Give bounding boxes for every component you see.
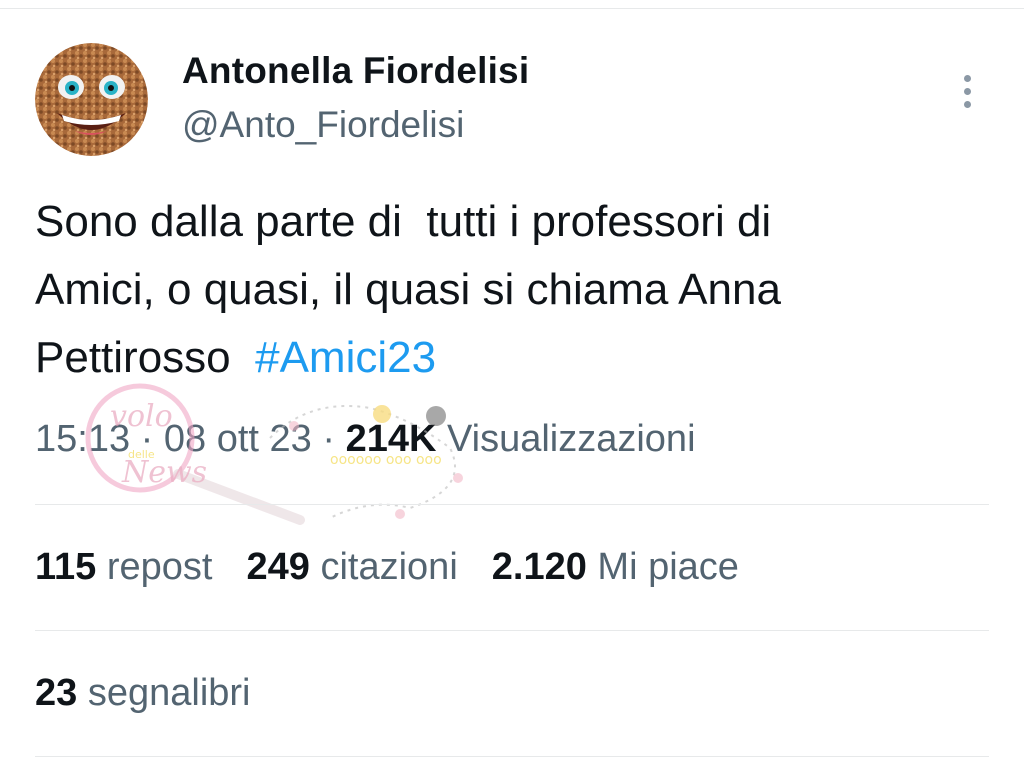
bookmarks-stat[interactable]: 23 segnalibri	[35, 672, 251, 715]
reposts-label: repost	[106, 546, 213, 588]
author-name[interactable]: Antonella Fiordelisi	[182, 50, 529, 92]
top-divider	[0, 8, 1024, 9]
tweet-time[interactable]: 15:13	[35, 418, 130, 460]
author-handle[interactable]: @Anto_Fiordelisi	[182, 104, 464, 146]
bookmarks-count: 23	[35, 672, 78, 714]
hashtag-link[interactable]: #Amici23	[255, 333, 436, 382]
reposts-stat[interactable]: 115 repost	[35, 546, 213, 589]
meta-separator: ·	[130, 418, 164, 460]
meta-separator: ·	[311, 418, 346, 460]
tweet-text: Sono dalla parte di tutti i professori d…	[35, 188, 995, 392]
tweet-stats: 115 repost 249 citazioni 2.120 Mi piace	[35, 546, 773, 589]
quotes-stat[interactable]: 249 citazioni	[247, 546, 458, 589]
divider	[35, 630, 989, 631]
tweet-date[interactable]: 08 ott 23	[164, 418, 312, 460]
views-count: 214K	[345, 418, 437, 460]
quotes-count: 249	[246, 546, 310, 588]
avatar[interactable]	[35, 43, 148, 156]
likes-label: Mi piace	[597, 546, 739, 588]
divider	[35, 504, 989, 505]
more-vertical-icon-dot	[963, 100, 971, 108]
more-options-button[interactable]	[950, 68, 984, 114]
more-vertical-icon-dot	[963, 87, 971, 95]
reposts-count: 115	[35, 546, 97, 588]
divider	[35, 756, 989, 757]
bookmarks-label: segnalibri	[87, 672, 251, 714]
likes-count: 2.120	[491, 546, 587, 588]
views-label[interactable]: Visualizzazioni	[447, 418, 696, 460]
tweet-metadata: 15:13 · 08 ott 23 · 214K Visualizzazioni	[35, 418, 696, 461]
more-vertical-icon	[963, 74, 971, 82]
avatar-emoji	[35, 43, 148, 156]
likes-stat[interactable]: 2.120 Mi piace	[492, 546, 739, 589]
quotes-label: citazioni	[320, 546, 458, 588]
